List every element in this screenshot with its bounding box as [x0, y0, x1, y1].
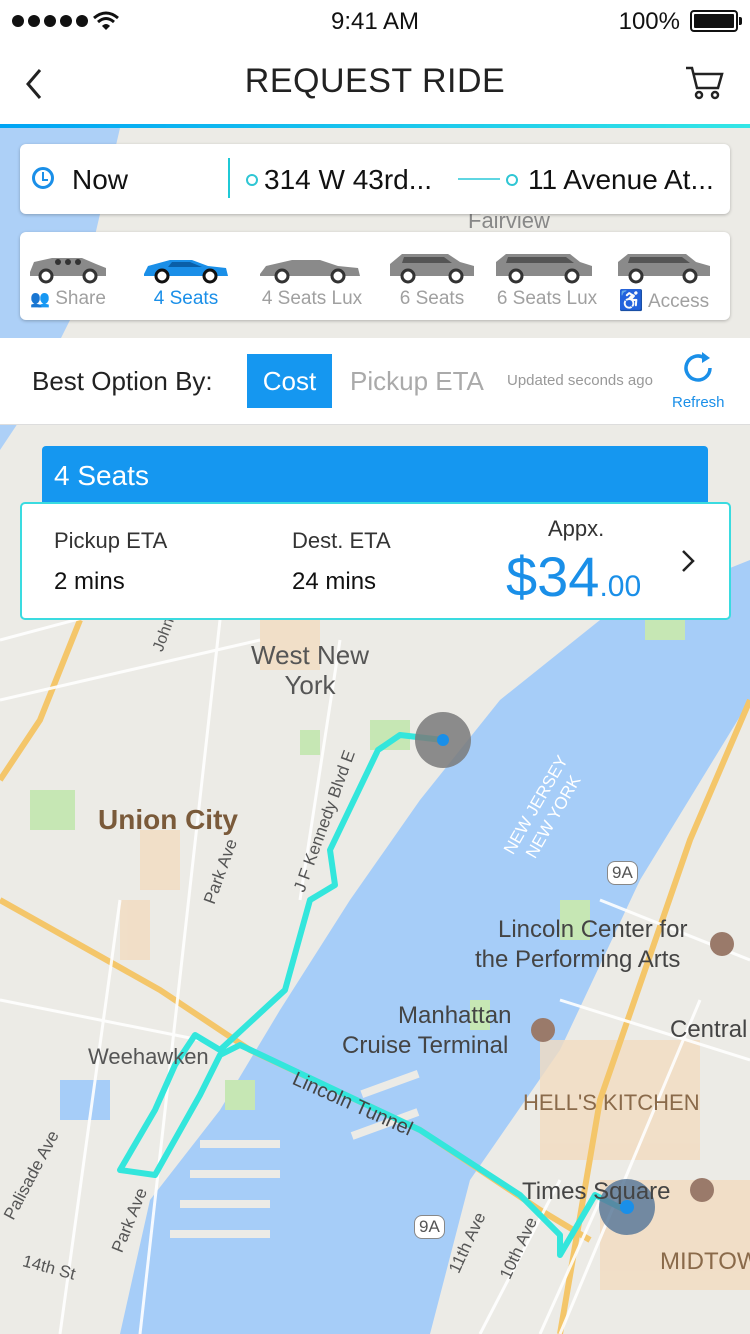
vehicle-share[interactable]: 👥 Share — [20, 232, 116, 320]
ride-type: 4 Seats — [54, 460, 149, 491]
price-value: $34.00 — [506, 545, 642, 608]
sort-cost-button[interactable]: Cost — [247, 354, 332, 408]
map-label: Lincoln Center for — [498, 916, 688, 943]
pickup-dot-icon — [246, 174, 258, 186]
vehicle-label: 👥 Share — [30, 288, 106, 309]
pickup-address[interactable]: 314 W 43rd... — [264, 164, 444, 196]
refresh-icon[interactable] — [680, 350, 716, 386]
battery-percent: 100% — [618, 8, 680, 35]
car-van-icon — [618, 254, 710, 284]
vehicle-label: 6 Seats — [399, 288, 465, 309]
vehicle-label: 4 Seats Lux — [261, 288, 363, 309]
map-label: HELL'S KITCHEN — [523, 1090, 700, 1115]
car-sedan-icon — [144, 260, 228, 284]
pickup-eta-value: 2 mins — [54, 568, 125, 595]
vehicle-selector: 👥 Share 4 Seats 4 Seats Lux 6 Seats 6 Se… — [20, 232, 730, 320]
destination-dot-icon — [506, 174, 518, 186]
status-bar: 9:41 AM 100% — [0, 0, 750, 40]
price-appx-label: Appx. — [548, 516, 605, 541]
map-label: Times Square — [522, 1178, 671, 1205]
ride-card-header: 4 Seats — [42, 446, 708, 506]
map-label: Manhattan — [398, 1002, 512, 1029]
location-bar: Now 314 W 43rd... 11 Avenue At... — [20, 144, 730, 214]
pickup-eta-label: Pickup ETA — [54, 528, 168, 553]
car-suv-icon — [390, 254, 474, 284]
vehicle-label: 6 Seats Lux — [496, 288, 598, 309]
clock-icon — [32, 167, 54, 189]
divider — [228, 158, 230, 198]
map-label: Cruise Terminal — [342, 1032, 509, 1059]
map-label: Central — [670, 1016, 748, 1043]
map-label: Weehawken — [88, 1044, 209, 1069]
updated-status: Updated seconds ago — [507, 372, 653, 389]
vehicle-access[interactable]: ♿ Access — [612, 232, 716, 320]
car-suv-lux-icon — [496, 254, 592, 284]
map-label: MIDTOW — [660, 1248, 750, 1275]
ride-card[interactable]: Pickup ETA 2 mins Dest. ETA 24 mins Appx… — [20, 502, 731, 620]
best-option-label: Best Option By: — [32, 366, 213, 396]
chevron-right-icon[interactable] — [678, 548, 698, 574]
vehicle-6-seats-lux[interactable]: 6 Seats Lux — [494, 232, 600, 320]
refresh-button[interactable]: Refresh — [672, 394, 725, 411]
map-label: Union City — [98, 804, 238, 835]
route-shield: 9A — [414, 1215, 445, 1239]
vehicle-label: ♿ Access — [618, 290, 710, 312]
battery-icon — [690, 10, 742, 32]
vehicle-6-seats[interactable]: 6 Seats — [384, 232, 480, 320]
cart-icon[interactable] — [682, 62, 726, 102]
car-lux-icon — [260, 260, 360, 284]
dest-eta-label: Dest. ETA — [292, 528, 391, 553]
dest-eta-value: 24 mins — [292, 568, 377, 595]
route-line — [458, 178, 500, 180]
vehicle-4-seats[interactable]: 4 Seats — [138, 232, 234, 320]
car-share-icon — [30, 258, 106, 284]
pickup-time[interactable]: Now — [72, 164, 128, 196]
destination-address[interactable]: 11 Avenue At... — [528, 164, 728, 196]
best-option-bar: Best Option By: Cost Pickup ETA Updated … — [0, 338, 750, 425]
vehicle-label: 4 Seats — [153, 288, 219, 309]
vehicle-4-seats-lux[interactable]: 4 Seats Lux — [254, 232, 370, 320]
route-shield: 9A — [607, 861, 638, 885]
nav-bar: REQUEST RIDE — [0, 40, 750, 124]
map-label: West New York — [251, 640, 369, 700]
map-label: the Performing Arts — [475, 946, 681, 973]
page-title: REQUEST RIDE — [244, 62, 506, 100]
sort-pickup-eta-button[interactable]: Pickup ETA — [350, 366, 484, 397]
